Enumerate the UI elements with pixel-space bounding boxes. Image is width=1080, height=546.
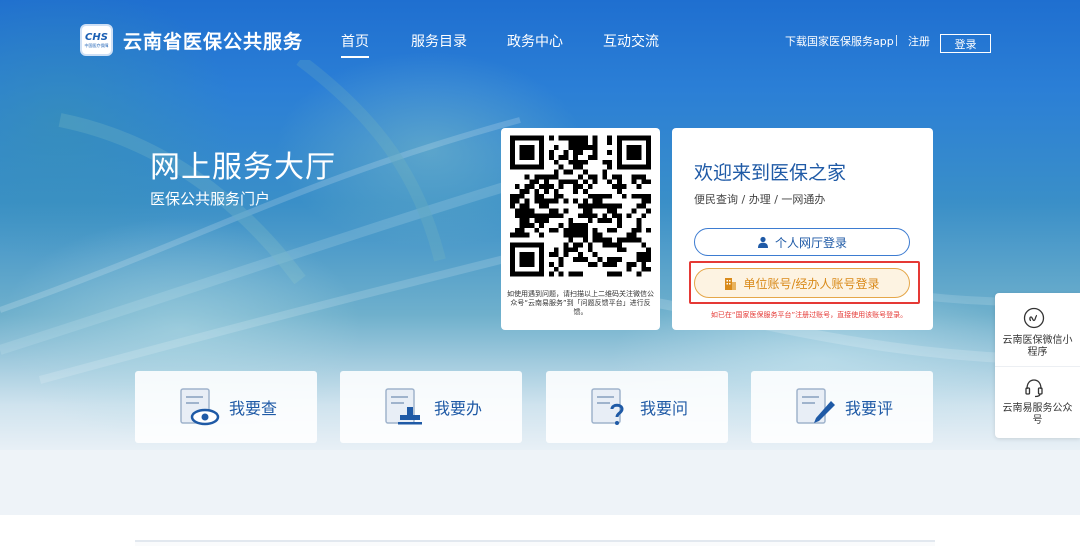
- side-float-panel: 云南医保微信小程序 云南易服务公众号: [995, 293, 1080, 438]
- action-card-handle[interactable]: 我要办: [340, 371, 522, 443]
- hero-title: 网上服务大厅: [150, 150, 336, 185]
- side-item-official-account[interactable]: 云南易服务公众号: [995, 366, 1080, 438]
- side-label-official-account: 云南易服务公众号: [1002, 403, 1073, 426]
- hero-subtitle: 医保公共服务门户: [150, 190, 271, 208]
- nav-item-home[interactable]: 首页: [341, 31, 369, 58]
- welcome-card: 欢迎来到医保之家 便民查询 / 办理 / 一网通办 个人网厅登录 单位账号/经办…: [672, 128, 933, 330]
- action-label-rate: 我要评: [844, 399, 893, 418]
- document-stamp-icon: [385, 388, 422, 425]
- personal-login-button[interactable]: 个人网厅登录: [694, 228, 910, 256]
- personal-login-label: 个人网厅登录: [774, 235, 847, 250]
- document-eye-icon: [180, 388, 220, 426]
- content-panel-top: [135, 540, 935, 546]
- header-divider: [896, 35, 897, 46]
- headset-icon: [1025, 379, 1043, 398]
- register-link[interactable]: 注册: [908, 33, 930, 49]
- download-app-link[interactable]: 下载国家医保服务app: [785, 33, 894, 49]
- document-pen-icon: [796, 388, 835, 424]
- unit-login-button[interactable]: 单位账号/经办人账号登录: [694, 268, 910, 298]
- site-title: 云南省医保公共服务: [123, 31, 304, 53]
- side-label-mini-program: 云南医保微信小程序: [1002, 335, 1073, 358]
- nav-item-interaction[interactable]: 互动交流: [603, 31, 659, 51]
- action-label-ask: 我要问: [639, 399, 688, 418]
- action-label-query: 我要查: [228, 399, 277, 418]
- qr-card: 如使用遇到问题，请扫描以上二维码关注微信公众号“云南易服务”到「问题反馈平台」进…: [501, 128, 660, 330]
- nav-item-service-catalog[interactable]: 服务目录: [411, 31, 467, 51]
- login-note: 如已在“国家医保服务平台”注册过账号，直接使用该账号登录。: [710, 311, 908, 319]
- login-button[interactable]: 登录: [940, 34, 991, 53]
- unit-login-label: 单位账号/经办人账号登录: [743, 276, 880, 291]
- header: CHS 中国医疗保障 云南省医保公共服务 首页 服务目录 政务中心 互动交流 下…: [0, 0, 1080, 82]
- building-icon: [725, 277, 737, 290]
- action-label-handle: 我要办: [433, 399, 482, 418]
- chs-logo[interactable]: CHS 中国医疗保障: [80, 24, 113, 56]
- welcome-title: 欢迎来到医保之家: [694, 162, 847, 184]
- welcome-subtitle: 便民查询 / 办理 / 一网通办: [694, 193, 826, 206]
- mini-program-icon: [1023, 307, 1045, 329]
- nav-item-government-center[interactable]: 政务中心: [507, 31, 563, 51]
- action-card-ask[interactable]: 我要问: [546, 371, 728, 443]
- qr-caption: 如使用遇到问题，请扫描以上二维码关注微信公众号“云南易服务”到「问题反馈平台」进…: [507, 290, 654, 316]
- user-icon: [757, 236, 768, 248]
- document-question-icon: [591, 388, 624, 425]
- hero-lower-band: [0, 450, 1080, 515]
- qr-code-image: [510, 135, 651, 277]
- side-item-mini-program[interactable]: 云南医保微信小程序: [995, 293, 1080, 365]
- action-card-query[interactable]: 我要查: [135, 371, 317, 443]
- action-card-rate[interactable]: 我要评: [751, 371, 933, 443]
